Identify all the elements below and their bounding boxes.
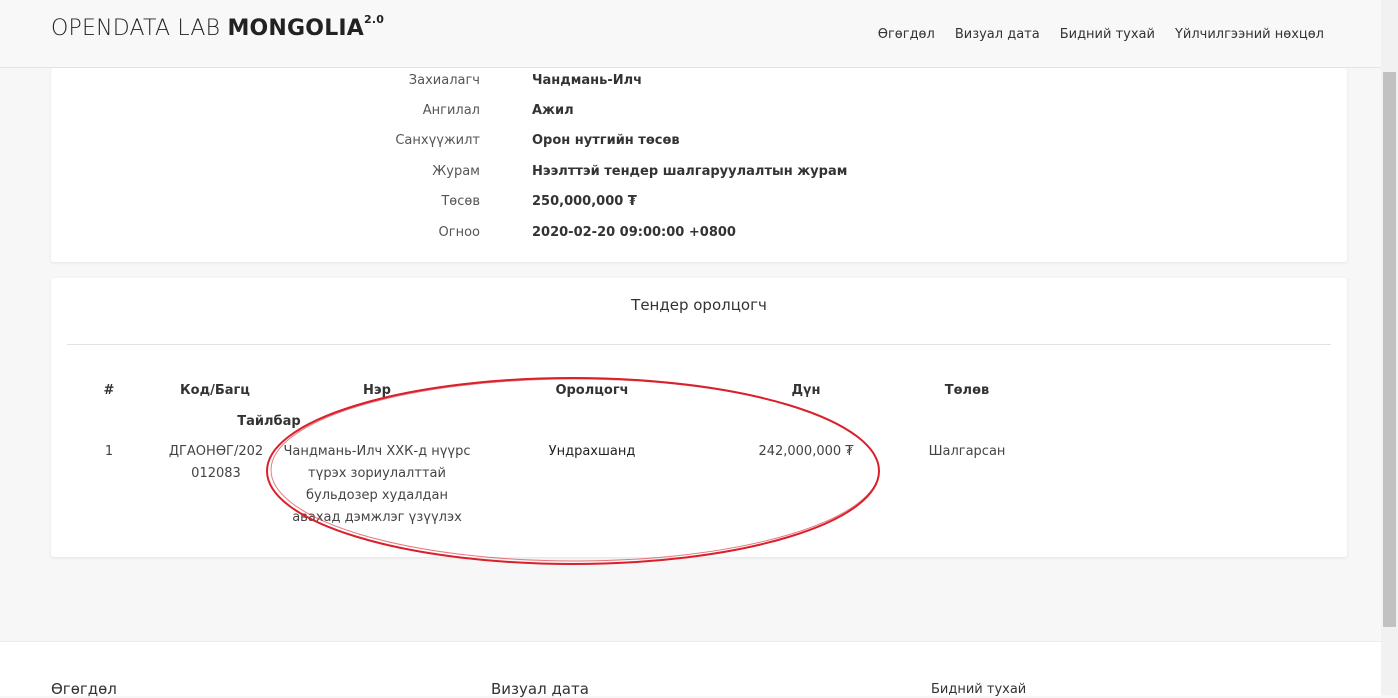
column-header-number: #	[103, 383, 115, 398]
detail-label: Журам	[432, 164, 480, 179]
detail-label: Захиалагч	[408, 73, 480, 88]
scrollbar-thumb[interactable]	[1383, 72, 1396, 627]
row-bidder: Ундрахшанд	[548, 444, 636, 459]
detail-value: Ажил	[532, 103, 574, 118]
detail-value: 250,000,000 ₮	[532, 194, 637, 209]
detail-row-procedure: Журам Нээлттэй тендер шалгаруулалтын жур…	[51, 164, 1347, 188]
detail-row-funding: Санхүүжилт Орон нутгийн төсөв	[51, 133, 1347, 157]
brand-version: 2.0	[364, 12, 385, 26]
detail-row-budget: Төсөв 250,000,000 ₮	[51, 194, 1347, 218]
row-number: 1	[104, 444, 114, 459]
detail-row-category: Ангилал Ажил	[51, 103, 1347, 127]
top-navbar: OPENDATA LAB MONGOLIA2.0 Өгөгдөл Визуал …	[0, 0, 1398, 68]
main-nav: Өгөгдөл Визуал дата Бидний тухай Үйлчилг…	[858, 27, 1324, 42]
detail-label: Төсөв	[441, 194, 480, 209]
detail-label: Огноо	[438, 225, 480, 240]
nav-link-about[interactable]: Бидний тухай	[1060, 27, 1155, 42]
detail-value: Орон нутгийн төсөв	[532, 133, 680, 148]
page-footer: Өгөгдөл Визуал дата Бидний тухай	[0, 641, 1381, 698]
column-header-code: Код/Багц	[180, 383, 250, 398]
footer-heading-visual[interactable]: Визуал дата	[491, 680, 589, 698]
row-name: Чандмань-Илч ХХК-д нүүрс түрэх зориулалт…	[283, 444, 471, 525]
row-code: ДГАОНӨГ/202012083	[168, 444, 264, 481]
detail-row-date: Огноо 2020-02-20 09:00:00 +0800	[51, 225, 1347, 249]
brand-bold-text: MONGOLIA	[227, 16, 365, 41]
column-header-name: Нэр	[363, 383, 391, 398]
brand-logo[interactable]: OPENDATA LAB MONGOLIA2.0	[51, 12, 385, 41]
detail-value: Нээлттэй тендер шалгаруулалтын журам	[532, 164, 848, 179]
column-header-status: Төлөв	[944, 383, 990, 398]
detail-label: Санхүүжилт	[395, 133, 480, 148]
row-status: Шалгарсан	[928, 444, 1006, 459]
tender-details-card: Захиалагч Чандмань-Илч Ангилал Ажил Санх…	[51, 68, 1347, 262]
nav-link-visual-data[interactable]: Визуал дата	[955, 27, 1040, 42]
column-header-bidder: Оролцогч	[555, 383, 629, 398]
row-amount: 242,000,000 ₮	[758, 444, 854, 459]
page-scrollbar[interactable]	[1381, 0, 1398, 695]
column-header-note: Тайлбар	[237, 414, 301, 429]
detail-value: Чандмань-Илч	[532, 73, 643, 88]
nav-link-data[interactable]: Өгөгдөл	[878, 27, 935, 42]
bidders-title: Тендер оролцогч	[631, 296, 767, 314]
section-divider	[67, 344, 1331, 345]
footer-heading-data[interactable]: Өгөгдөл	[51, 680, 117, 698]
detail-row-customer: Захиалагч Чандмань-Илч	[51, 73, 1347, 97]
detail-label: Ангилал	[422, 103, 480, 118]
detail-value: 2020-02-20 09:00:00 +0800	[532, 225, 736, 240]
tender-bidders-card: Тендер оролцогч # Код/Багц Нэр Оролцогч …	[51, 278, 1347, 557]
nav-link-terms[interactable]: Үйлчилгээний нөхцөл	[1175, 27, 1324, 42]
column-header-amount: Дүн	[791, 383, 821, 398]
brand-light-text: OPENDATA LAB	[51, 16, 221, 41]
